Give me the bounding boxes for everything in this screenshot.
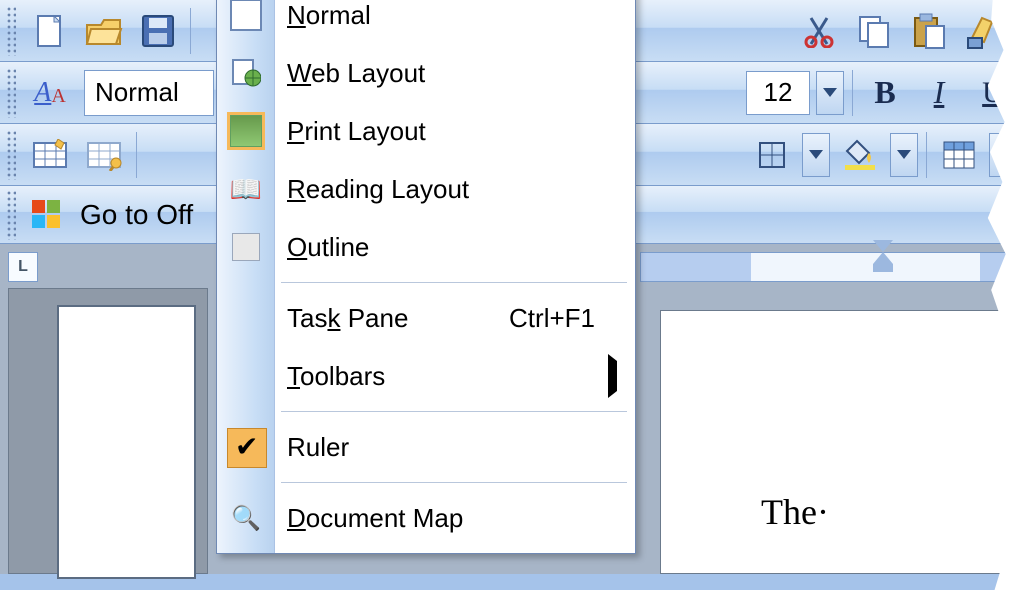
open-button[interactable] [80,7,128,55]
shading-color-button[interactable] [836,131,884,179]
style-name: Normal [95,77,179,108]
paste-button[interactable] [904,7,952,55]
menu-item-task-pane[interactable]: Task Pane Ctrl+F1 [217,289,635,347]
menu-separator [281,411,627,412]
document-text: The· [761,491,829,533]
toolbar-separator [190,8,191,54]
office-logo-icon [26,191,68,239]
menu-item-reading-layout[interactable]: Reading Layout [217,160,635,218]
document-map-icon [229,501,263,535]
font-size-input[interactable]: 12 [746,71,810,115]
page-thumbnail[interactable] [59,307,194,577]
draw-table-button[interactable] [80,131,128,179]
menu-item-print-layout[interactable]: Print Layout [217,102,635,160]
font-size-dropdown[interactable] [816,71,844,115]
menu-separator [281,282,627,283]
view-menu: Normal Web Layout Print Layout Reading L… [216,0,636,554]
normal-view-icon [229,0,263,32]
save-button[interactable] [134,7,182,55]
web-layout-icon [229,56,263,90]
toolbar-separator [852,70,853,116]
shading-dropdown[interactable] [890,133,918,177]
cut-button[interactable] [796,7,844,55]
menu-item-ruler[interactable]: Ruler [217,418,635,476]
border-dropdown[interactable] [802,133,830,177]
toolbar-separator [136,132,137,178]
toolbar-separator [926,132,927,178]
font-size-value: 12 [764,77,793,108]
menu-item-normal[interactable]: Normal [217,0,635,44]
horizontal-ruler[interactable] [640,252,1021,282]
bold-button[interactable]: B [861,69,909,117]
reading-layout-icon [229,172,263,206]
menu-item-web-layout[interactable]: Web Layout [217,44,635,102]
menu-item-toolbars[interactable]: Toolbars [217,347,635,405]
document-page[interactable]: The· [660,310,1021,574]
print-layout-icon [229,114,263,148]
toolbar-grip[interactable] [6,6,16,56]
border-style-button[interactable] [748,131,796,179]
menu-item-outline[interactable]: Outline [217,218,635,276]
menu-separator [281,482,627,483]
italic-button[interactable]: I [915,69,963,117]
submenu-arrow-icon [608,361,617,392]
menu-item-document-map[interactable]: Document Map [217,489,635,547]
style-selector[interactable]: Normal [84,70,214,116]
toolbar-grip[interactable] [6,130,16,180]
outline-view-icon [229,230,263,264]
go-to-office-link[interactable]: Go to Off [74,199,199,231]
copy-button[interactable] [850,7,898,55]
insert-table-button[interactable] [26,131,74,179]
thumbnail-pane[interactable] [8,288,208,574]
new-document-button[interactable] [26,7,74,55]
ruler-corner[interactable]: L [8,252,38,282]
indent-marker[interactable] [872,240,894,276]
menu-shortcut: Ctrl+F1 [509,303,595,334]
insert-table-grid-button[interactable] [935,131,983,179]
menu-label: Ruler [287,432,349,463]
toolbar-grip[interactable] [6,68,16,118]
toolbar-grip[interactable] [6,190,16,240]
font-style-button[interactable]: AA [26,69,74,117]
